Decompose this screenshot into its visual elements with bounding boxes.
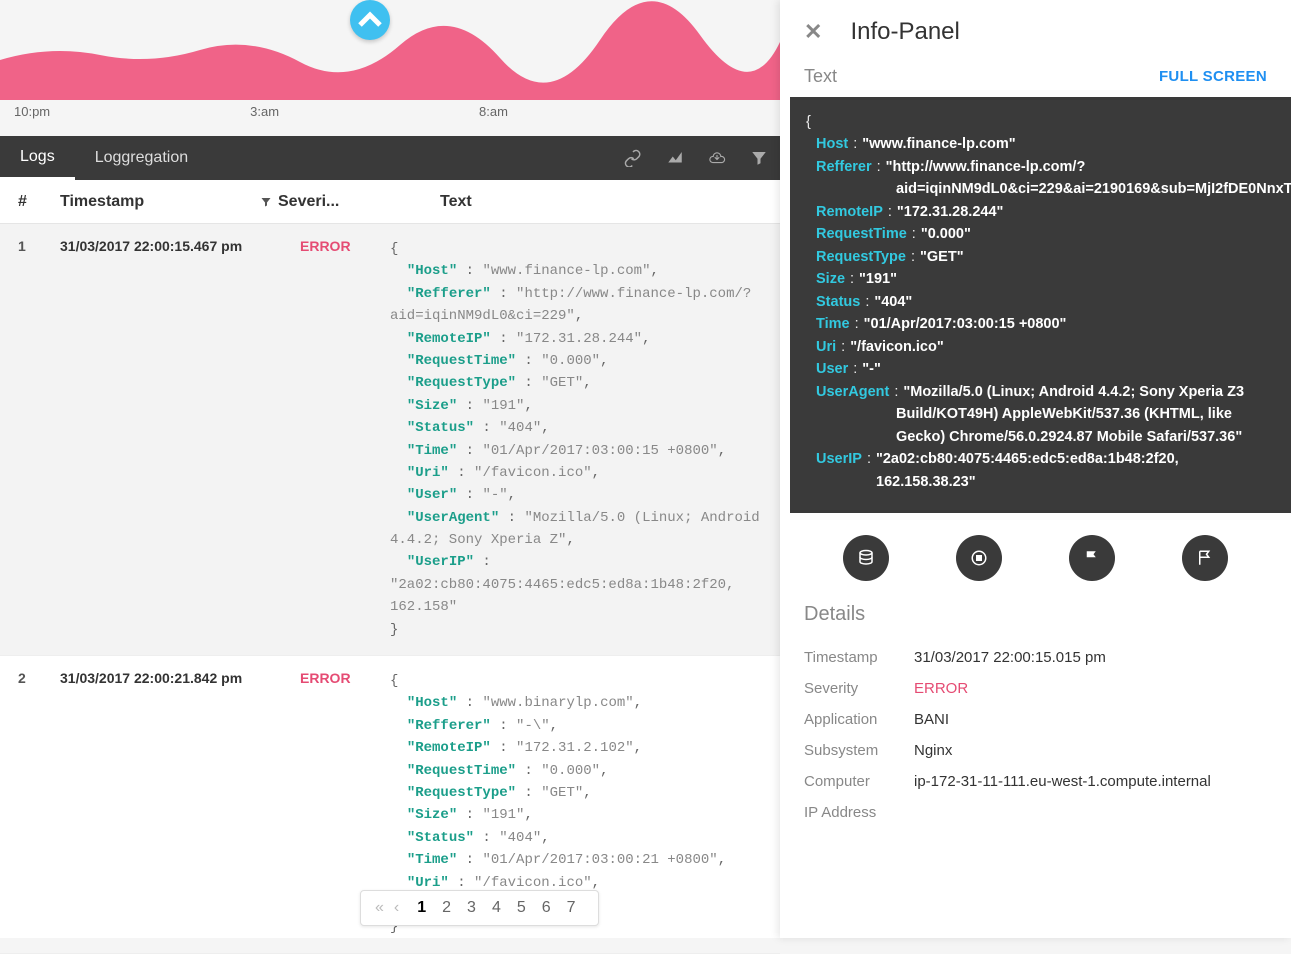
detail-row: SeverityERROR [804, 673, 1267, 704]
panel-details: Details Timestamp31/03/2017 22:00:15.015… [780, 603, 1291, 828]
detail-key: Subsystem [804, 742, 914, 759]
row-timestamp: 31/03/2017 22:00:15.467 pm [60, 238, 300, 641]
flag-outline-icon[interactable] [1182, 535, 1228, 581]
detail-row: IP Address [804, 797, 1267, 828]
page-prev[interactable]: ‹ [394, 899, 399, 917]
panel-json-view: { Host:"www.finance-lp.com" Refferer:"ht… [790, 97, 1291, 513]
page-number[interactable]: 2 [434, 899, 459, 916]
table-row[interactable]: 131/03/2017 22:00:15.467 pmERROR{ "Host"… [0, 224, 780, 656]
chart-label: 8:am [479, 104, 508, 119]
detail-value: 31/03/2017 22:00:15.015 pm [914, 649, 1106, 666]
col-header-severity[interactable]: Severi... [260, 193, 380, 211]
close-icon[interactable]: ✕ [804, 19, 822, 45]
detail-value: Nginx [914, 742, 952, 759]
page-number[interactable]: 1 [409, 899, 434, 916]
funnel-icon [260, 196, 272, 208]
chart-label: 10:pm [14, 104, 50, 119]
chart-label: 3:am [250, 104, 279, 119]
col-header-timestamp[interactable]: Timestamp [60, 193, 260, 211]
detail-value: BANI [914, 711, 949, 728]
download-icon[interactable] [696, 136, 738, 180]
page-number[interactable]: 6 [534, 899, 559, 916]
tab-bar: Logs Loggregation [0, 136, 780, 180]
pagination: « ‹ 1234567 [360, 890, 599, 926]
tab-loggregation[interactable]: Loggregation [75, 136, 208, 180]
detail-value: ERROR [914, 680, 968, 697]
detail-key: Application [804, 711, 914, 728]
detail-key: Computer [804, 773, 914, 790]
detail-key: IP Address [804, 804, 914, 821]
col-header-number[interactable]: # [0, 193, 60, 211]
page-number[interactable]: 5 [509, 899, 534, 916]
panel-text-label: Text [804, 66, 837, 87]
detail-key: Severity [804, 680, 914, 697]
page-number[interactable]: 4 [484, 899, 509, 916]
timeline-chart: 10:pm 3:am 8:am [0, 0, 780, 136]
column-headers: # Timestamp Severi... Text [0, 180, 780, 224]
fullscreen-button[interactable]: FULL SCREEN [1159, 68, 1267, 85]
row-number: 1 [0, 238, 60, 641]
page-number[interactable]: 7 [559, 899, 584, 916]
stop-icon[interactable] [956, 535, 1002, 581]
details-heading: Details [804, 603, 1267, 626]
tab-logs[interactable]: Logs [0, 136, 75, 180]
detail-row: Timestamp31/03/2017 22:00:15.015 pm [804, 642, 1267, 673]
detail-key: Timestamp [804, 649, 914, 666]
database-icon[interactable] [843, 535, 889, 581]
col-header-text[interactable]: Text [380, 193, 472, 211]
main-area: 10:pm 3:am 8:am Logs Loggregation # Time… [0, 0, 780, 938]
page-number[interactable]: 3 [459, 899, 484, 916]
link-icon[interactable] [612, 136, 654, 180]
info-panel: ✕ Info-Panel Text FULL SCREEN { Host:"ww… [780, 0, 1291, 938]
detail-row: SubsystemNginx [804, 735, 1267, 766]
panel-actions [780, 513, 1291, 603]
chart-icon[interactable] [654, 136, 696, 180]
filter-icon[interactable] [738, 136, 780, 180]
detail-row: Computerip-172-31-11-111.eu-west-1.compu… [804, 766, 1267, 797]
row-text: { "Host" : "www.finance-lp.com", "Reffer… [390, 238, 780, 641]
chart-time-labels: 10:pm 3:am 8:am [0, 100, 780, 119]
detail-row: ApplicationBANI [804, 704, 1267, 735]
row-number: 2 [0, 670, 60, 939]
panel-title: Info-Panel [850, 18, 959, 46]
row-severity: ERROR [300, 238, 390, 641]
detail-value: ip-172-31-11-111.eu-west-1.compute.inter… [914, 773, 1211, 790]
row-timestamp: 31/03/2017 22:00:21.842 pm [60, 670, 300, 939]
area-chart-svg [0, 0, 780, 100]
flag-filled-icon[interactable] [1069, 535, 1115, 581]
collapse-chart-button[interactable] [350, 0, 390, 40]
log-rows-container: 131/03/2017 22:00:15.467 pmERROR{ "Host"… [0, 224, 780, 954]
page-first[interactable]: « [375, 899, 384, 917]
